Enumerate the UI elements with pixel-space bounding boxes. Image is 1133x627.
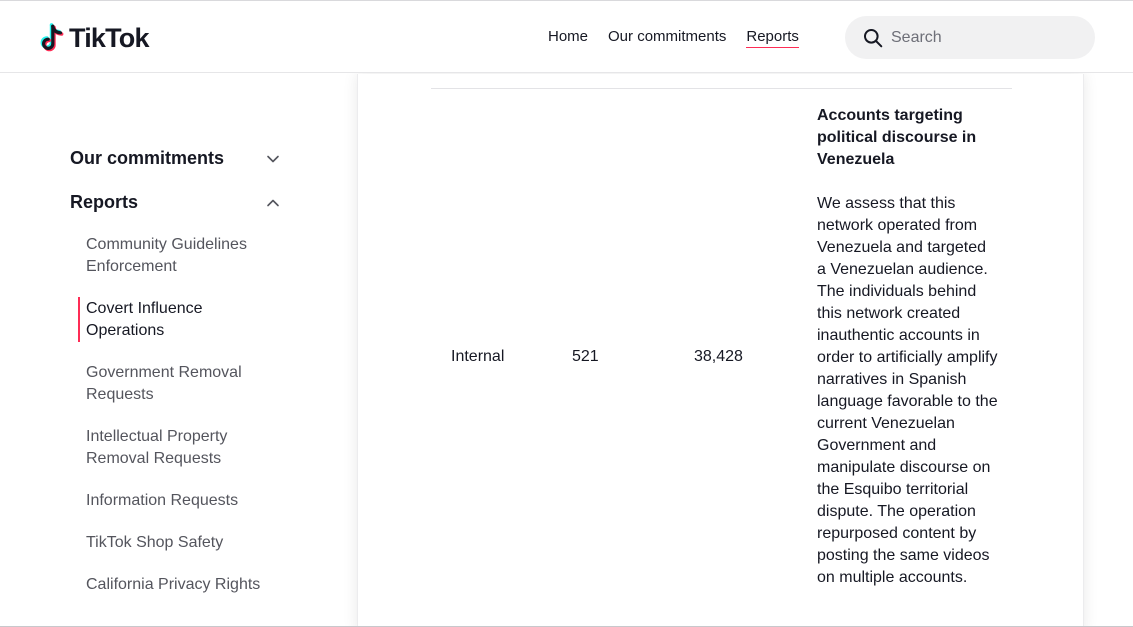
sidebar-item-community-guidelines-enforcement[interactable]: Community Guidelines Enforcement xyxy=(86,234,266,278)
table-divider xyxy=(431,88,1012,89)
sidebar-item-california-privacy-rights[interactable]: California Privacy Rights xyxy=(86,574,266,596)
active-indicator xyxy=(78,297,80,342)
sidebar-section-label: Reports xyxy=(70,192,139,212)
nav-reports[interactable]: Reports xyxy=(746,27,799,48)
search-box[interactable] xyxy=(845,16,1095,59)
main-nav: Home Our commitments Reports xyxy=(548,27,819,48)
sidebar-section-our-commitments[interactable]: Our commitments xyxy=(70,148,280,169)
search-icon[interactable] xyxy=(863,28,883,48)
nav-our-commitments[interactable]: Our commitments xyxy=(608,27,726,48)
search-input[interactable] xyxy=(891,28,1081,47)
network-description: We assess that this network operated fro… xyxy=(817,195,998,586)
report-content: Internal 521 38,428 Accounts targeting p… xyxy=(357,74,1084,627)
chevron-up-icon[interactable] xyxy=(266,196,280,210)
page: TikTok Home Our commitments Reports Our … xyxy=(0,0,1133,627)
sidebar-section-reports[interactable]: Reports xyxy=(70,192,280,213)
sidebar-item-tiktok-shop-safety[interactable]: TikTok Shop Safety xyxy=(86,532,266,554)
cell-followers-count: 38,428 xyxy=(694,348,743,365)
sidebar-item-intellectual-property-removal-requests[interactable]: Intellectual Property Removal Requests xyxy=(86,426,266,470)
sidebar-item-information-requests[interactable]: Information Requests xyxy=(86,490,266,512)
cell-network-description: Accounts targeting political discourse i… xyxy=(817,105,999,589)
cell-detection-method: Internal xyxy=(451,348,505,365)
network-title: Accounts targeting political discourse i… xyxy=(817,107,977,168)
chevron-down-icon[interactable] xyxy=(266,152,280,166)
tiktok-logo[interactable]: TikTok xyxy=(40,21,150,55)
sidebar-item-covert-influence-operations[interactable]: Covert Influence Operations xyxy=(86,298,266,342)
logo-wordmark: TikTok xyxy=(69,23,150,53)
sidebar: Our commitments Reports Community Guidel… xyxy=(0,74,357,627)
top-bar: TikTok Home Our commitments Reports xyxy=(0,0,1133,73)
sidebar-section-label: Our commitments xyxy=(70,148,225,168)
tiktok-note-icon xyxy=(40,23,64,52)
nav-home[interactable]: Home xyxy=(548,27,588,48)
cell-accounts-count: 521 xyxy=(572,348,599,365)
sidebar-item-government-removal-requests[interactable]: Government Removal Requests xyxy=(86,362,266,406)
